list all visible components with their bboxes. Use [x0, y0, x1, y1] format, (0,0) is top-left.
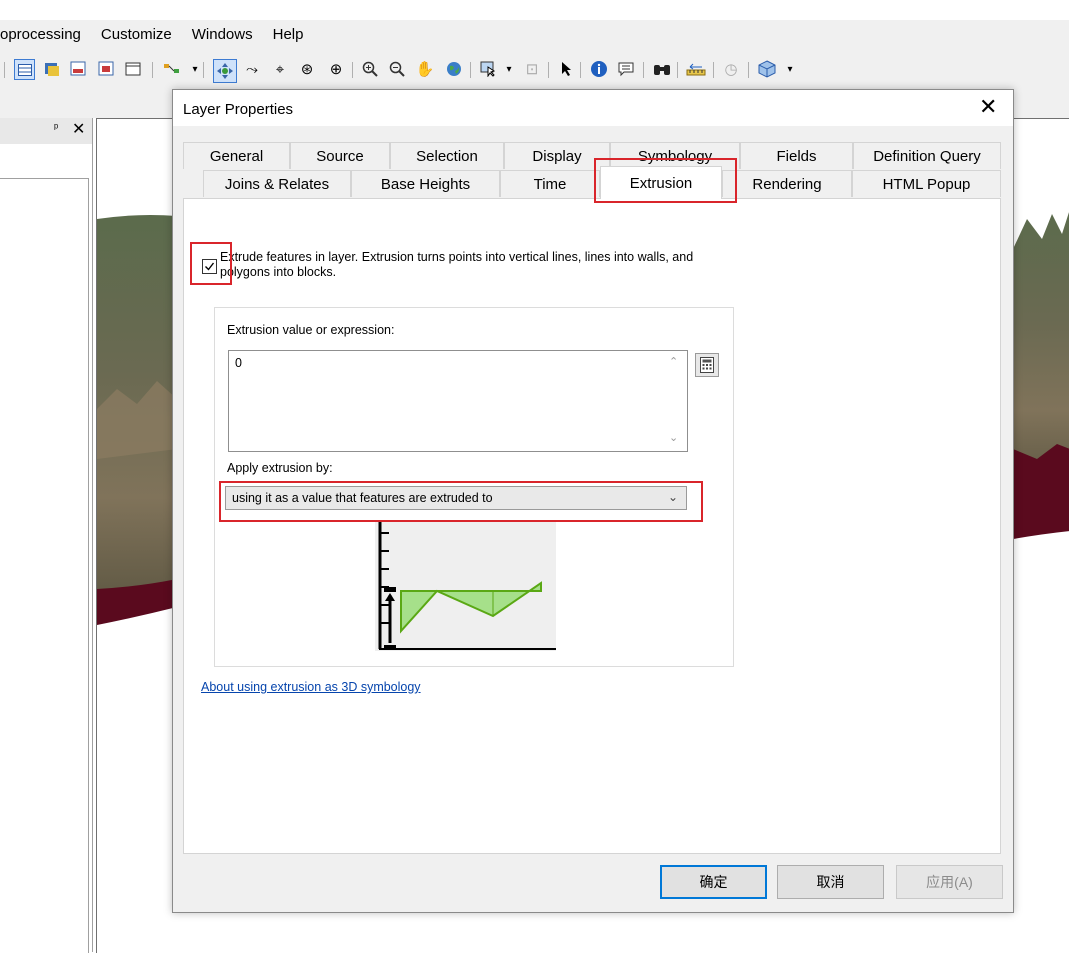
time-slider-icon[interactable]: ◷ [721, 59, 741, 79]
tab-symbology[interactable]: Symbology [610, 142, 740, 169]
measure-icon[interactable] [686, 59, 706, 79]
menu-customize[interactable]: Customize [101, 24, 182, 48]
toolbar-separator [4, 62, 5, 78]
expression-builder-button[interactable] [695, 353, 719, 377]
toolbar-separator [713, 62, 714, 78]
identify-icon[interactable] [589, 59, 609, 79]
apply-button[interactable]: 应用(A) [896, 865, 1003, 899]
tab-base-heights[interactable]: Base Heights [351, 170, 500, 197]
toolbar-overflow-icon[interactable]: ▾ [185, 59, 205, 79]
top-blank [0, 0, 1069, 20]
expression-value: 0 [235, 356, 242, 370]
menu-geoprocessing[interactable]: oprocessing [0, 24, 91, 48]
toolbar-separator [352, 62, 353, 78]
apply-extrusion-label: Apply extrusion by: [227, 461, 333, 475]
zoom-extent-icon[interactable]: ⊕ [326, 59, 346, 79]
expression-textarea[interactable]: 0 ⌃ ⌄ [228, 350, 688, 452]
scroll-down-icon[interactable]: ⌄ [669, 431, 678, 444]
tab-time[interactable]: Time [500, 170, 600, 197]
menu-windows[interactable]: Windows [192, 24, 263, 48]
extrude-checkbox-label: Extrude features in layer. Extrusion tur… [220, 250, 694, 279]
toolbar-separator [203, 62, 204, 78]
expression-label: Extrusion value or expression: [227, 323, 395, 337]
tab-extrusion[interactable]: Extrusion [600, 166, 722, 199]
zoom-center-icon[interactable]: ⌖ [270, 59, 290, 79]
checkmark-icon [205, 262, 215, 271]
tab-rendering[interactable]: Rendering [722, 170, 852, 197]
menu-help[interactable]: Help [273, 24, 314, 48]
toolbar-separator [580, 62, 581, 78]
html-popup-icon[interactable] [616, 59, 636, 79]
clear-selection-icon[interactable]: ⊡ [522, 59, 542, 79]
dropdown-arrow-icon[interactable]: ▾ [499, 59, 519, 79]
window-icon[interactable] [123, 59, 143, 79]
3d-effects-icon[interactable] [757, 59, 777, 79]
dialog-title: Layer Properties [183, 101, 294, 118]
chevron-down-icon: ⌄ [667, 490, 678, 504]
layer-properties-dialog: Layer Properties ✕ General Source Select… [172, 89, 1014, 913]
table-of-contents-panel: ᵖ ✕ [0, 118, 93, 953]
extrude-checkbox[interactable] [202, 259, 217, 274]
select-features-icon[interactable] [478, 59, 498, 79]
toolbox-icon[interactable] [96, 59, 116, 79]
help-link[interactable]: About using extrusion as 3D symbology [201, 680, 421, 694]
toolbar: ▾ ⤳ ⌖ ⊛ ⊕ ✋ ▾ ⊡ ◷ ▾ [0, 57, 1069, 85]
tab-definition-query[interactable]: Definition Query [853, 142, 1001, 169]
pin-icon[interactable]: ᵖ [54, 122, 58, 134]
report-icon[interactable] [68, 59, 88, 79]
apply-extrusion-select[interactable]: using it as a value that features are ex… [225, 486, 687, 510]
toolbar-separator [152, 62, 153, 78]
tab-source[interactable]: Source [290, 142, 390, 169]
toolbar-separator [470, 62, 471, 78]
tab-joins-relates[interactable]: Joins & Relates [203, 170, 351, 197]
scroll-up-icon[interactable]: ⌃ [669, 355, 678, 368]
fly-icon[interactable]: ⤳ [242, 59, 262, 79]
close-icon[interactable]: ✕ [979, 96, 997, 118]
toolbar-separator [748, 62, 749, 78]
extrusion-diagram [375, 521, 556, 651]
close-icon[interactable]: ✕ [72, 119, 85, 139]
toolbar-overflow-icon[interactable]: ▾ [780, 59, 800, 79]
tab-selection[interactable]: Selection [390, 142, 504, 169]
model-icon[interactable] [162, 59, 182, 79]
zoom-out-icon[interactable] [387, 59, 407, 79]
python-icon[interactable] [42, 59, 62, 79]
pan-icon[interactable] [213, 59, 237, 83]
find-icon[interactable] [652, 59, 672, 79]
target-zoom-icon[interactable]: ⊛ [297, 59, 317, 79]
globe-icon[interactable] [444, 59, 464, 79]
calculator-icon [700, 357, 714, 373]
arrow-icon[interactable] [556, 59, 576, 79]
hand-icon[interactable]: ✋ [415, 59, 435, 79]
toolbar-separator [643, 62, 644, 78]
dialog-titlebar: Layer Properties ✕ [173, 90, 1013, 126]
tab-general[interactable]: General [183, 142, 290, 169]
panel-header: ᵖ ✕ [0, 118, 92, 144]
panel-content [0, 178, 89, 953]
extrusion-diagram-graphic [378, 521, 556, 650]
ok-button[interactable]: 确定 [660, 865, 767, 899]
apply-extrusion-value: using it as a value that features are ex… [232, 491, 493, 505]
tab-display[interactable]: Display [504, 142, 610, 169]
zoom-in-icon[interactable] [360, 59, 380, 79]
toolbar-separator [677, 62, 678, 78]
table-icon[interactable] [14, 59, 35, 80]
tab-fields[interactable]: Fields [740, 142, 853, 169]
toolbar-separator [548, 62, 549, 78]
tab-html-popup[interactable]: HTML Popup [852, 170, 1001, 197]
menu-bar: oprocessing Customize Windows Help [0, 24, 323, 48]
cancel-button[interactable]: 取消 [777, 865, 884, 899]
